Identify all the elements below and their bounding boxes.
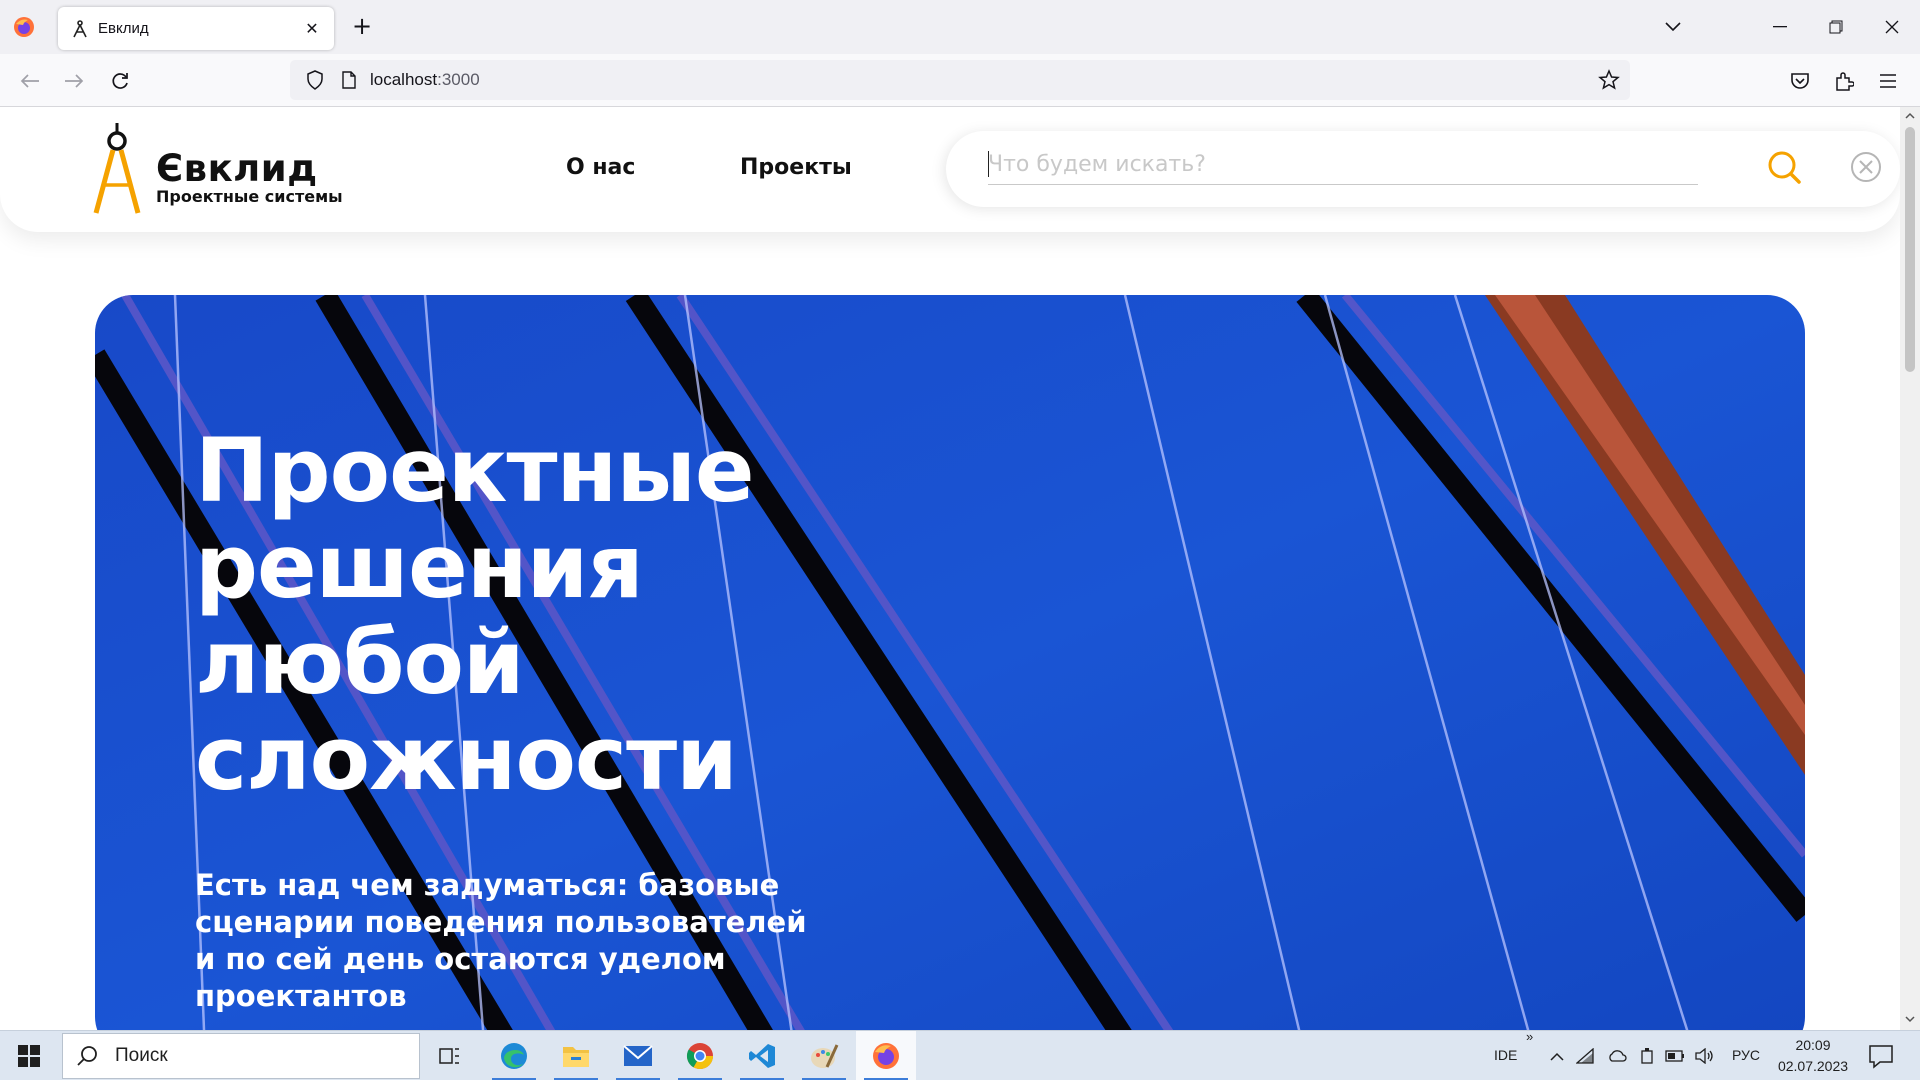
url-host: localhost [370, 70, 438, 89]
browser-tab[interactable]: Евклид ✕ [58, 7, 334, 50]
paint-icon[interactable] [794, 1031, 854, 1080]
hero-title: Проектные решения любой сложности [195, 419, 755, 810]
device-usb-icon[interactable] [1636, 1045, 1658, 1067]
page-viewport: Проектные решения любой сложности Есть н… [0, 107, 1900, 1030]
browser-tab-strip: Евклид ✕ + [0, 0, 1920, 54]
firefox-taskbar-icon[interactable] [856, 1031, 916, 1080]
site-header: Євклид Проектные системы О нас Проекты [0, 107, 1900, 232]
back-arrow-icon[interactable] [16, 67, 44, 95]
extensions-puzzle-icon[interactable] [1830, 67, 1858, 95]
scroll-up-arrow-icon[interactable] [1905, 111, 1915, 121]
forward-arrow-icon[interactable] [60, 67, 88, 95]
nav-link-projects[interactable]: Проекты [740, 155, 852, 180]
mail-icon[interactable] [608, 1031, 668, 1080]
hamburger-menu-icon[interactable] [1874, 67, 1902, 95]
reload-icon[interactable] [106, 67, 134, 95]
file-explorer-icon[interactable] [546, 1031, 606, 1080]
tracking-protection-shield-icon[interactable] [304, 69, 326, 91]
volume-speaker-icon[interactable] [1694, 1045, 1716, 1067]
firefox-menu-icon[interactable] [12, 15, 36, 39]
compass-logo-icon [93, 123, 141, 214]
restore-icon[interactable] [1808, 0, 1864, 54]
windows-start-icon[interactable] [0, 1031, 58, 1080]
tab-title: Евклид [98, 20, 149, 37]
nav-link-about[interactable]: О нас [566, 155, 635, 180]
text-cursor [988, 151, 989, 177]
url-text[interactable]: localhost:3000 [370, 70, 480, 90]
taskbar-search-box[interactable]: Поиск [62, 1033, 420, 1079]
page-info-icon[interactable] [340, 69, 358, 91]
tray-expand-chevron-icon[interactable]: » [1526, 1029, 1533, 1044]
search-icon[interactable] [1766, 149, 1802, 185]
brand-name: Євклид [156, 147, 318, 190]
windows-taskbar: Поиск IDE » РУС 20:09 02.07.2023 [0, 1029, 1920, 1080]
hero-banner: Проектные решения любой сложности Есть н… [95, 295, 1805, 1030]
notifications-icon[interactable] [1868, 1043, 1894, 1069]
pocket-icon[interactable] [1786, 67, 1814, 95]
chrome-browser-icon[interactable] [670, 1031, 730, 1080]
search-bar [946, 131, 1900, 207]
taskbar-clock[interactable]: 20:09 02.07.2023 [1768, 1035, 1858, 1077]
page-scrollbar[interactable] [1900, 107, 1920, 1030]
hero-subtitle: Есть над чем задуматься: базовые сценари… [195, 868, 807, 1013]
site-logo[interactable]: Євклид Проектные системы [92, 123, 392, 223]
battery-icon[interactable] [1664, 1045, 1686, 1067]
tray-language-label[interactable]: РУС [1732, 1047, 1760, 1063]
close-window-icon[interactable] [1864, 0, 1920, 54]
tray-input-ide-label[interactable]: IDE [1494, 1047, 1517, 1063]
compass-favicon-icon [73, 19, 87, 37]
edge-browser-icon[interactable] [484, 1031, 544, 1080]
clock-time: 20:09 [1795, 1037, 1831, 1053]
brand-tagline: Проектные системы [156, 187, 343, 206]
show-hidden-icons-chevron-icon[interactable] [1546, 1045, 1568, 1067]
bookmark-star-icon[interactable] [1598, 69, 1620, 91]
url-port: :3000 [437, 70, 480, 89]
address-bar[interactable]: localhost:3000 [290, 60, 1630, 100]
scrollbar-thumb[interactable] [1905, 127, 1915, 372]
list-all-tabs-chevron-icon[interactable] [1660, 14, 1686, 40]
taskbar-search-label: Поиск [115, 1045, 168, 1066]
tab-close-icon[interactable]: ✕ [302, 19, 322, 38]
minimize-icon[interactable] [1752, 0, 1808, 54]
network-wifi-icon[interactable] [1574, 1045, 1596, 1067]
clock-date: 02.07.2023 [1777, 1058, 1849, 1074]
task-view-icon[interactable] [420, 1031, 480, 1080]
clear-search-icon[interactable] [1850, 151, 1882, 183]
scroll-down-arrow-icon[interactable] [1905, 1014, 1915, 1024]
new-tab-button[interactable]: + [348, 12, 376, 40]
browser-navigation-bar: localhost:3000 [0, 54, 1920, 107]
search-input[interactable] [988, 145, 1698, 185]
vscode-icon[interactable] [732, 1031, 792, 1080]
onedrive-cloud-icon[interactable] [1606, 1045, 1628, 1067]
search-icon [77, 1046, 97, 1066]
